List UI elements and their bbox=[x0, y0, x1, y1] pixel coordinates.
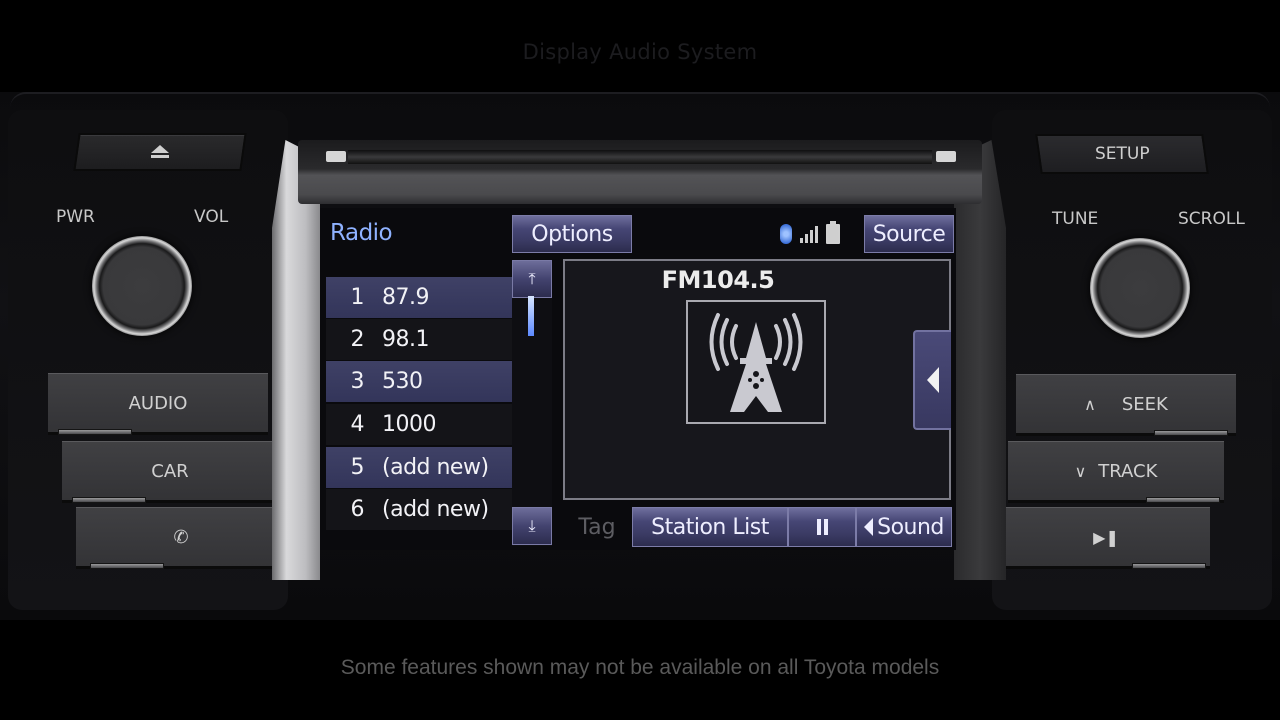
radio-tower-icon bbox=[709, 313, 803, 412]
play-pause-icon: ▶❚ bbox=[1093, 527, 1119, 547]
sound-button[interactable]: Sound bbox=[856, 507, 952, 547]
car-button[interactable]: CAR bbox=[62, 441, 278, 503]
chrome-bezel-right bbox=[954, 140, 1006, 580]
chevron-down-icon: ∨ bbox=[1074, 461, 1087, 481]
preset-number: 5 bbox=[350, 455, 365, 480]
audio-button-label: AUDIO bbox=[128, 392, 188, 414]
arrow-down-icon: ⤓ bbox=[528, 516, 536, 535]
cd-slot-opening[interactable] bbox=[348, 150, 932, 164]
preset-frequency: 87.9 bbox=[382, 285, 429, 310]
chevron-up-icon: ∧ bbox=[1084, 394, 1096, 414]
phone-button[interactable]: ✆ bbox=[76, 507, 286, 569]
vol-label: VOL bbox=[194, 207, 229, 227]
eject-button[interactable] bbox=[73, 133, 247, 171]
tune-scroll-knob[interactable] bbox=[1090, 238, 1190, 338]
track-button[interactable]: ∨ TRACK bbox=[1008, 441, 1224, 503]
seek-button[interactable]: ∧ SEEK bbox=[1016, 374, 1236, 436]
setup-button-label: SETUP bbox=[1094, 144, 1150, 164]
preset-frequency: 530 bbox=[382, 369, 423, 394]
caption-top: Display Audio System bbox=[522, 40, 758, 64]
scroll-down-button[interactable]: ⤓ bbox=[512, 507, 552, 545]
tune-label: TUNE bbox=[1052, 209, 1099, 229]
preset-frequency: 98.1 bbox=[382, 327, 429, 352]
battery-icon bbox=[826, 221, 840, 244]
arrow-up-icon: ⤒ bbox=[528, 269, 536, 288]
tag-button[interactable]: Tag bbox=[564, 508, 630, 546]
preset-number: 4 bbox=[350, 412, 365, 437]
options-button[interactable]: Options bbox=[512, 215, 632, 253]
caption-bottom: Some features shown may not be available… bbox=[340, 656, 940, 679]
preset-item[interactable]: 5 (add new) bbox=[326, 447, 512, 488]
seek-button-label: SEEK bbox=[1121, 393, 1168, 415]
preset-item[interactable]: 3 530 bbox=[326, 361, 512, 402]
setup-button[interactable]: SETUP bbox=[1035, 134, 1209, 174]
scroll-label: SCROLL bbox=[1178, 209, 1245, 229]
preset-item[interactable]: 1 87.9 bbox=[326, 277, 512, 318]
pause-button[interactable] bbox=[788, 507, 856, 547]
button-ledge bbox=[72, 497, 146, 503]
power-volume-knob[interactable] bbox=[92, 236, 192, 336]
cd-slot-light-right bbox=[936, 151, 956, 162]
preset-item[interactable]: 6 (add new) bbox=[326, 489, 512, 530]
side-panel-tab[interactable] bbox=[913, 330, 951, 430]
preset-frequency: 1000 bbox=[382, 412, 437, 437]
preset-item[interactable]: 2 98.1 bbox=[326, 319, 512, 360]
car-button-label: CAR bbox=[151, 460, 189, 482]
station-list-button[interactable]: Station List bbox=[632, 507, 788, 547]
phone-icon: ✆ bbox=[173, 526, 189, 548]
track-button-label: TRACK bbox=[1098, 460, 1158, 482]
sound-button-label: Sound bbox=[877, 514, 944, 540]
bluetooth-icon bbox=[780, 224, 792, 244]
preset-number: 2 bbox=[350, 327, 365, 352]
scroll-up-button[interactable]: ⤒ bbox=[512, 260, 552, 298]
screen-title: Radio bbox=[330, 220, 393, 246]
preset-item[interactable]: 4 1000 bbox=[326, 404, 512, 445]
chrome-bezel-left bbox=[272, 140, 320, 580]
button-ledge bbox=[1146, 497, 1220, 503]
scroll-thumb[interactable] bbox=[528, 296, 534, 336]
preset-number: 1 bbox=[350, 285, 365, 310]
head-unit-top-edge bbox=[10, 92, 1270, 108]
speaker-icon bbox=[864, 518, 874, 536]
preset-number: 6 bbox=[350, 497, 365, 522]
eject-icon bbox=[150, 145, 170, 159]
preset-list: 1 87.9 2 98.1 3 530 4 1000 5 (add new) 6… bbox=[326, 277, 512, 533]
preset-number: 3 bbox=[350, 369, 365, 394]
cd-slot-light-left bbox=[326, 151, 346, 162]
button-ledge bbox=[1154, 430, 1228, 436]
source-button[interactable]: Source bbox=[864, 215, 954, 253]
preset-frequency: (add new) bbox=[382, 497, 489, 522]
station-name: FM104.5 bbox=[661, 266, 775, 294]
chevron-left-icon bbox=[927, 367, 939, 393]
button-ledge bbox=[1132, 563, 1206, 569]
play-pause-button[interactable]: ▶❚ bbox=[1002, 507, 1210, 569]
pwr-label: PWR bbox=[56, 207, 95, 227]
status-icons bbox=[780, 221, 840, 246]
signal-icon bbox=[800, 225, 818, 243]
button-ledge bbox=[58, 429, 132, 435]
audio-button[interactable]: AUDIO bbox=[48, 373, 268, 435]
pause-icon bbox=[816, 519, 828, 535]
button-ledge bbox=[90, 563, 164, 569]
preset-frequency: (add new) bbox=[382, 455, 489, 480]
